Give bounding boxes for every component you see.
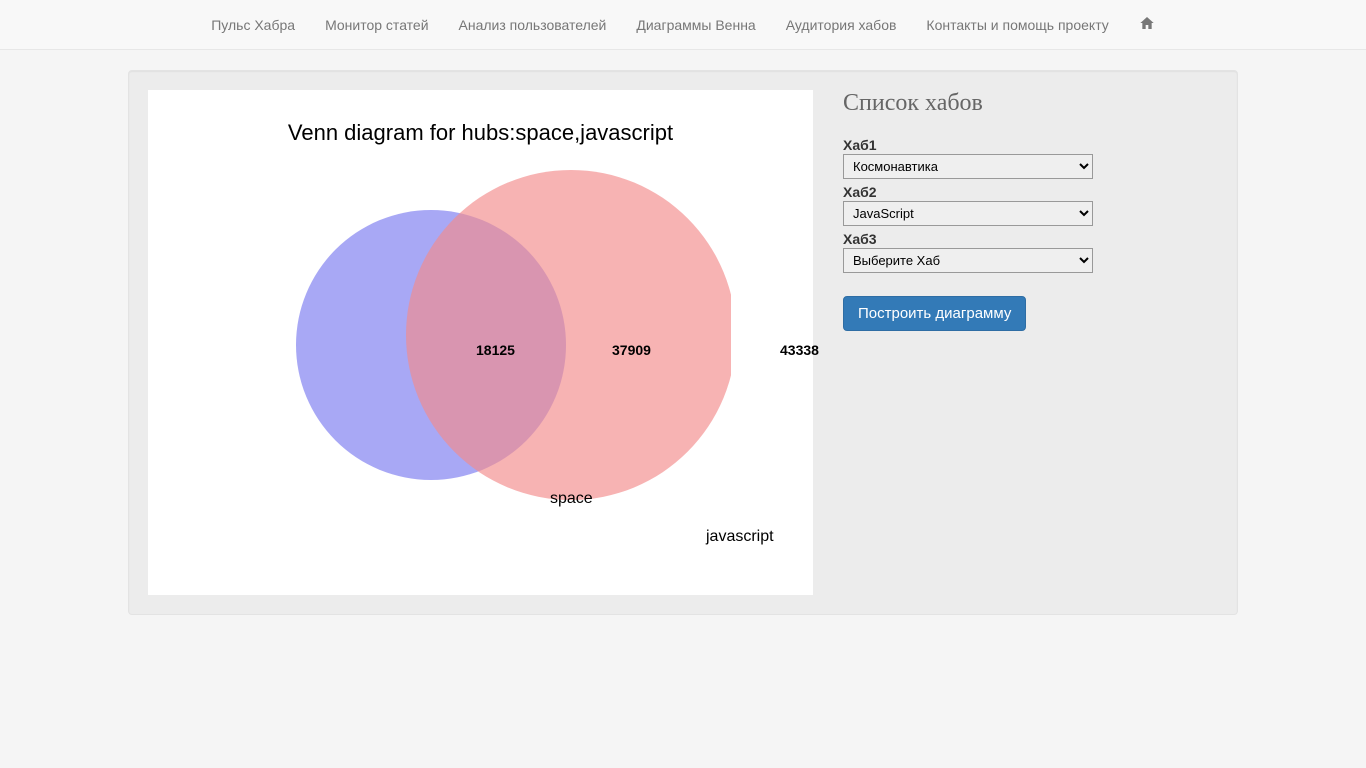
hub2-label: Хаб2: [843, 184, 1218, 200]
nav-item-contacts[interactable]: Контакты и помощь проекту: [911, 2, 1123, 48]
sidebar-column: Список хабов Хаб1 Космонавтика Хаб2 Java…: [843, 90, 1218, 595]
venn-title: Venn diagram for hubs:space,javascript: [148, 120, 813, 146]
venn-circle-b: [406, 170, 731, 500]
content-panel: Venn diagram for hubs:space,javascript 1…: [128, 70, 1238, 615]
nav-item-home[interactable]: [1124, 0, 1170, 49]
nav-link[interactable]: Монитор статей: [325, 17, 428, 33]
navbar-list: Пульс Хабра Монитор статей Анализ пользо…: [196, 0, 1170, 49]
sidebar-title: Список хабов: [843, 90, 1218, 117]
nav-item-monitor[interactable]: Монитор статей: [310, 2, 443, 48]
home-link[interactable]: [1139, 18, 1155, 34]
nav-link[interactable]: Диаграммы Венна: [636, 17, 755, 33]
venn-label-a: space: [550, 490, 593, 508]
venn-intersection-value: 37909: [612, 342, 651, 358]
nav-link[interactable]: Анализ пользователей: [459, 17, 607, 33]
build-diagram-button[interactable]: Построить диаграмму: [843, 296, 1026, 331]
venn-diagram: Venn diagram for hubs:space,javascript 1…: [148, 90, 813, 595]
venn-only-b-value: 43338: [780, 342, 819, 358]
home-icon: [1139, 15, 1155, 31]
nav-link[interactable]: Пульс Хабра: [211, 17, 295, 33]
venn-label-b: javascript: [706, 528, 774, 546]
nav-item-pulse[interactable]: Пульс Хабра: [196, 2, 310, 48]
hub1-label: Хаб1: [843, 137, 1218, 153]
top-navbar: Пульс Хабра Монитор статей Анализ пользо…: [0, 0, 1366, 50]
nav-item-venn[interactable]: Диаграммы Венна: [621, 2, 770, 48]
nav-item-users[interactable]: Анализ пользователей: [444, 2, 622, 48]
hub1-select[interactable]: Космонавтика: [843, 154, 1093, 179]
venn-column: Venn diagram for hubs:space,javascript 1…: [148, 90, 813, 595]
nav-link[interactable]: Контакты и помощь проекту: [926, 17, 1108, 33]
nav-item-audience[interactable]: Аудитория хабов: [771, 2, 912, 48]
hub2-select[interactable]: JavaScript: [843, 201, 1093, 226]
hub3-select[interactable]: Выберите Хаб: [843, 248, 1093, 273]
nav-link[interactable]: Аудитория хабов: [786, 17, 897, 33]
content-row: Venn diagram for hubs:space,javascript 1…: [148, 90, 1218, 595]
main-container: Venn diagram for hubs:space,javascript 1…: [113, 70, 1253, 615]
hub3-label: Хаб3: [843, 231, 1218, 247]
venn-only-a-value: 18125: [476, 342, 515, 358]
